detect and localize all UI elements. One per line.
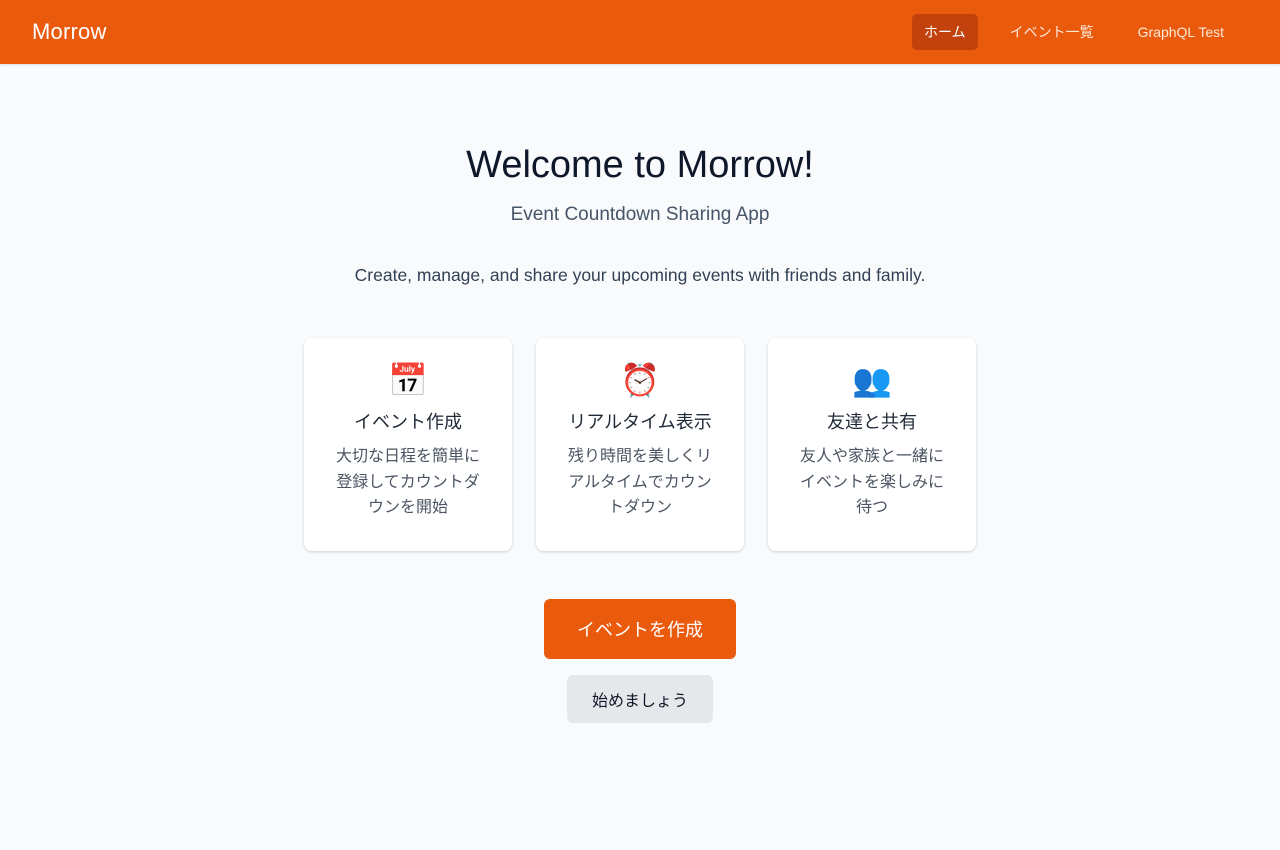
page-description: Create, manage, and share your upcoming … xyxy=(354,265,926,285)
main-content: Welcome to Morrow! Event Countdown Shari… xyxy=(0,64,1280,850)
feature-card-share: 👥 友達と共有 友人や家族と一緒にイベントを楽しみに待つ xyxy=(768,338,976,551)
create-event-button[interactable]: イベントを作成 xyxy=(544,599,736,659)
calendar-icon: 📅 xyxy=(388,361,428,399)
feature-card-create: 📅 イベント作成 大切な日程を簡単に登録してカウントダウンを開始 xyxy=(304,338,512,551)
feature-title: 友達と共有 xyxy=(827,412,917,433)
nav-graphql-test[interactable]: GraphQL Test xyxy=(1126,16,1236,48)
alarm-clock-icon: ⏰ xyxy=(620,361,660,399)
nav-event-list[interactable]: イベント一覧 xyxy=(998,14,1106,50)
feature-list: 📅 イベント作成 大切な日程を簡単に登録してカウントダウンを開始 ⏰ リアルタイ… xyxy=(0,338,1280,551)
main-nav: ホーム イベント一覧 GraphQL Test xyxy=(912,14,1236,50)
action-group: イベントを作成 始めましょう xyxy=(0,599,1280,723)
feature-text: 残り時間を美しくリアルタイムでカウントダウン xyxy=(567,446,712,516)
feature-text: 友人や家族と一緒にイベントを楽しみに待つ xyxy=(799,446,944,516)
feature-card-realtime: ⏰ リアルタイム表示 残り時間を美しくリアルタイムでカウントダウン xyxy=(536,338,744,551)
people-icon: 👥 xyxy=(852,361,892,399)
brand-logo[interactable]: Morrow xyxy=(32,19,107,45)
feature-text: 大切な日程を簡単に登録してカウントダウンを開始 xyxy=(335,446,480,516)
feature-title: リアルタイム表示 xyxy=(568,412,712,433)
get-started-button[interactable]: 始めましょう xyxy=(567,675,713,723)
app-header: Morrow ホーム イベント一覧 GraphQL Test xyxy=(0,0,1280,64)
page-subtitle: Event Countdown Sharing App xyxy=(510,204,770,225)
page-title: Welcome to Morrow! xyxy=(466,144,814,186)
nav-home[interactable]: ホーム xyxy=(912,14,978,50)
feature-title: イベント作成 xyxy=(354,412,462,433)
